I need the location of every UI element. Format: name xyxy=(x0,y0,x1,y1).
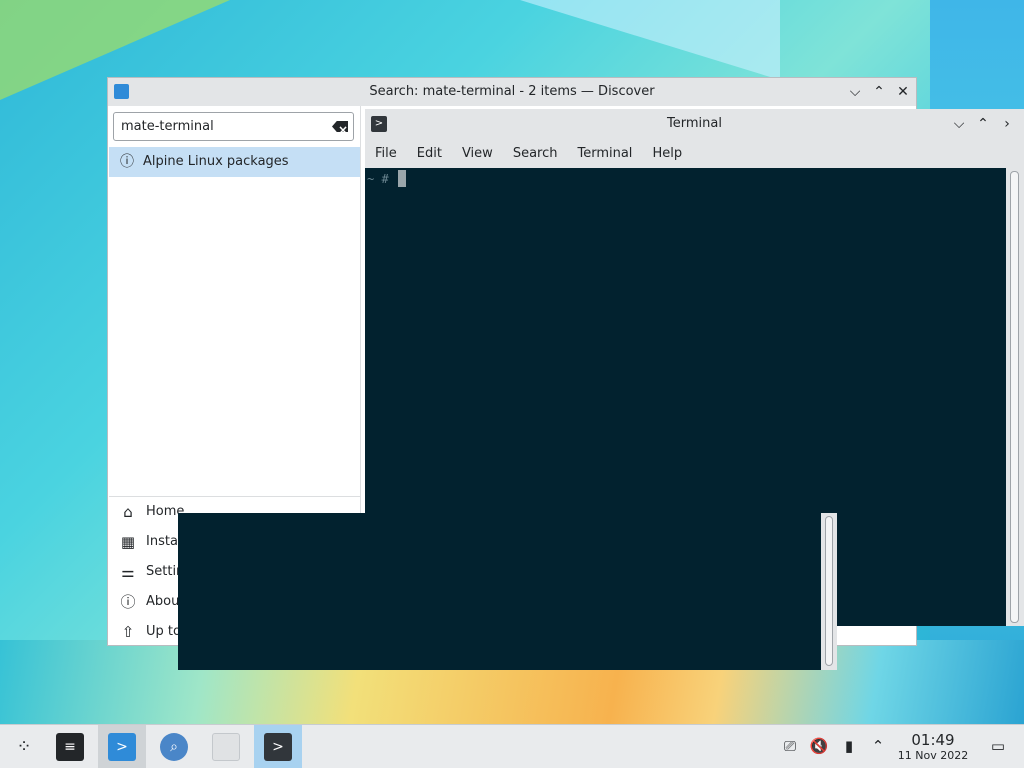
more-button[interactable]: › xyxy=(998,109,1016,139)
task-system-settings[interactable]: ≡ xyxy=(46,725,94,768)
terminal-scrollbar[interactable] xyxy=(1010,171,1019,623)
task-discover[interactable]: > xyxy=(98,725,146,768)
source-item-alpine[interactable]: ⓘ Alpine Linux packages xyxy=(109,147,360,177)
menu-search[interactable]: Search xyxy=(503,140,568,168)
clock-time: 01:49 xyxy=(911,731,955,749)
maximize-button[interactable]: ⌃ xyxy=(870,78,888,106)
terminal-app-icon: > xyxy=(371,116,387,132)
task-terminal[interactable]: > xyxy=(254,725,302,768)
search-input[interactable]: mate-terminal xyxy=(113,112,354,141)
maximize-button[interactable]: ⌃ xyxy=(974,109,992,139)
app-launcher-button[interactable]: ⁘ xyxy=(0,725,48,768)
terminal-screen-ghost xyxy=(178,513,821,670)
task-file[interactable] xyxy=(202,725,250,768)
discover-icon: > xyxy=(108,733,136,761)
info-icon: ⓘ xyxy=(120,154,134,170)
tray-expand-icon[interactable]: ⌃ xyxy=(867,735,889,757)
terminal-cursor xyxy=(398,170,406,187)
krunner-search-icon: ⌕ xyxy=(160,733,188,761)
show-desktop-icon[interactable]: ▭ xyxy=(987,735,1009,757)
discover-titlebar[interactable]: Search: mate-terminal - 2 items — Discov… xyxy=(108,78,916,106)
source-item-label: Alpine Linux packages xyxy=(143,154,289,169)
update-icon: ⇧ xyxy=(121,623,135,641)
terminal-prompt: ~ # xyxy=(367,172,389,186)
backspace-icon[interactable] xyxy=(332,121,348,132)
app-launcher-icon: ⁘ xyxy=(16,736,32,757)
ghost-scrollbar xyxy=(825,516,833,666)
network-icon[interactable]: ⎚ xyxy=(779,735,801,757)
taskbar: ⁘ ≡ > ⌕ > ⎚ 🔇 ▮ ⌃ 01:49 11 Nov 2022 ▭ xyxy=(0,724,1024,768)
about-icon: ⓘ xyxy=(120,593,136,611)
settings-icon: ⚌ xyxy=(121,563,135,581)
search-input-value: mate-terminal xyxy=(121,119,214,134)
home-icon: ⌂ xyxy=(123,503,133,521)
discover-app-icon xyxy=(114,84,129,99)
file-icon xyxy=(212,733,240,761)
volume-muted-icon[interactable]: 🔇 xyxy=(808,735,830,757)
menu-view[interactable]: View xyxy=(452,140,503,168)
minimize-button[interactable]: ⌵ xyxy=(846,78,864,106)
discover-window-title: Search: mate-terminal - 2 items — Discov… xyxy=(369,84,655,99)
terminal-icon: > xyxy=(264,733,292,761)
installed-icon: ▦ xyxy=(120,533,136,551)
terminal-window-title: Terminal xyxy=(667,116,722,131)
terminal-menubar: File Edit View Search Terminal Help xyxy=(365,140,692,168)
nav-item-label: Up to xyxy=(146,624,181,639)
menu-terminal[interactable]: Terminal xyxy=(567,140,642,168)
menu-help[interactable]: Help xyxy=(642,140,692,168)
terminal-titlebar[interactable]: > Terminal ⌵ ⌃ › ✕ xyxy=(365,109,1024,139)
close-button[interactable]: ✕ xyxy=(894,78,912,106)
nav-item-label: Instal xyxy=(146,534,182,549)
system-settings-icon: ≡ xyxy=(56,733,84,761)
digital-clock[interactable]: 01:49 11 Nov 2022 xyxy=(893,731,973,763)
clock-date: 11 Nov 2022 xyxy=(897,749,969,762)
minimize-button[interactable]: ⌵ xyxy=(950,109,968,139)
menu-edit[interactable]: Edit xyxy=(407,140,452,168)
menu-file[interactable]: File xyxy=(365,140,407,168)
usb-icon[interactable]: ▮ xyxy=(838,735,860,757)
wallpaper-facet xyxy=(520,0,780,80)
task-krunner[interactable]: ⌕ xyxy=(150,725,198,768)
ghost-scrollbar-track xyxy=(821,513,837,670)
